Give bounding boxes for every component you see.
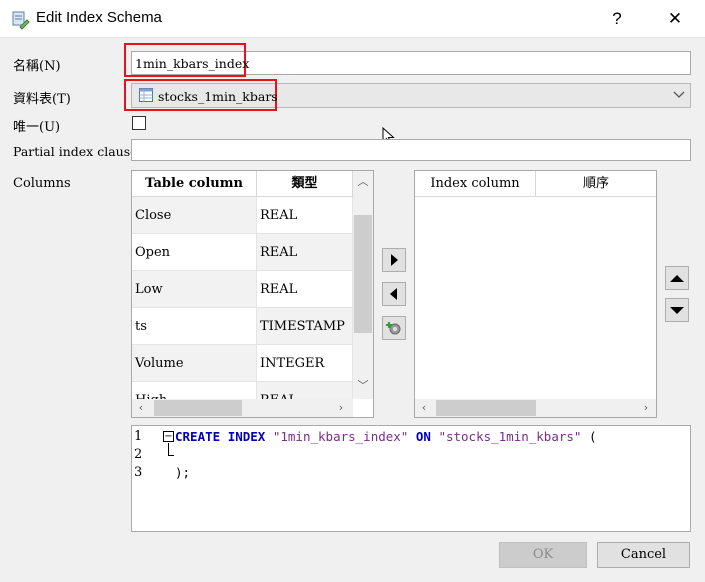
keyword-on: ON <box>415 429 431 444</box>
scroll-right-arrow-icon[interactable]: › <box>640 400 652 416</box>
column-header-index-column[interactable]: Index column <box>415 171 536 197</box>
table-name-string: "stocks_1min_kbars" <box>438 429 582 444</box>
partial-input[interactable] <box>131 139 691 161</box>
fold-toggle-icon[interactable]: − <box>163 431 174 442</box>
line-number: 3 <box>134 465 143 480</box>
scroll-left-arrow-icon[interactable]: ‹ <box>418 400 430 416</box>
partial-label: Partial index clause <box>13 144 138 159</box>
title-bar: Edit Index Schema ? ✕ <box>0 0 705 38</box>
arrow-right-icon <box>391 254 398 266</box>
move-up-button[interactable] <box>665 266 689 290</box>
fold-line <box>168 455 174 456</box>
close-button[interactable]: ✕ <box>660 6 690 32</box>
column-header-type[interactable]: 類型 <box>257 171 353 197</box>
table-value: stocks_1min_kbars <box>158 89 278 104</box>
index-columns-table[interactable]: Index column 順序 ‹ › <box>414 170 657 418</box>
gear-plus-icon <box>386 322 401 335</box>
table-row-name[interactable]: Volume <box>132 345 257 382</box>
name-value: 1min_kbars_index <box>135 56 250 71</box>
cancel-button[interactable]: Cancel <box>597 542 690 568</box>
arrow-up-icon <box>670 275 684 282</box>
table-row-type[interactable]: INTEGER <box>257 345 353 382</box>
fold-line <box>168 443 169 455</box>
remove-column-button[interactable] <box>382 282 406 306</box>
open-paren: ( <box>588 429 597 444</box>
scroll-up-arrow-icon[interactable]: ︿ <box>355 174 371 190</box>
line-number: 1 <box>134 429 143 444</box>
scrollbar-thumb[interactable] <box>436 400 536 416</box>
schema-edit-icon <box>12 11 30 30</box>
sql-preview-editor[interactable]: 1 2 3 − CREATE INDEX "1min_kbars_index" … <box>131 425 691 532</box>
code-line-1: CREATE INDEX "1min_kbars_index" ON "stoc… <box>175 429 597 444</box>
table-row-type[interactable]: REAL <box>257 271 353 308</box>
columns-table[interactable]: Table column 類型 Close REAL Open REAL Low… <box>131 170 374 418</box>
table-row-name[interactable]: Open <box>132 234 257 271</box>
ok-button[interactable]: OK <box>499 542 587 568</box>
columns-horizontal-scrollbar[interactable]: ‹ › <box>132 399 353 417</box>
scrollbar-thumb[interactable] <box>354 215 372 333</box>
name-label: 名稱(N) <box>13 59 61 74</box>
chevron-down-icon[interactable] <box>673 90 685 100</box>
column-header-table-column[interactable]: Table column <box>132 171 257 197</box>
line-number: 2 <box>134 447 143 462</box>
code-line-3: ); <box>175 465 191 480</box>
table-row-name[interactable]: Close <box>132 197 257 234</box>
scrollbar-thumb[interactable] <box>154 400 242 416</box>
scroll-left-arrow-icon[interactable]: ‹ <box>135 400 147 416</box>
columns-vertical-scrollbar[interactable]: ︿ ﹀ <box>353 171 373 399</box>
window-title: Edit Index Schema <box>36 9 162 26</box>
scroll-down-arrow-icon[interactable]: ﹀ <box>355 378 371 394</box>
table-row-type[interactable]: REAL <box>257 234 353 271</box>
column-header-order[interactable]: 順序 <box>536 171 656 197</box>
unique-label: 唯一(U) <box>13 120 61 135</box>
table-icon <box>139 88 153 102</box>
add-expression-button[interactable] <box>382 316 406 340</box>
table-row-name[interactable]: Low <box>132 271 257 308</box>
add-column-button[interactable] <box>382 248 406 272</box>
unique-checkbox[interactable] <box>132 116 146 130</box>
arrow-down-icon <box>670 307 684 314</box>
index-name-string: "1min_kbars_index" <box>272 429 409 444</box>
keyword-index: INDEX <box>227 429 266 444</box>
keyword-create: CREATE <box>175 429 221 444</box>
table-row-name[interactable]: ts <box>132 308 257 345</box>
index-horizontal-scrollbar[interactable]: ‹ › <box>415 399 656 417</box>
table-row-type[interactable]: TIMESTAMP <box>257 308 353 345</box>
table-label: 資料表(T) <box>13 92 71 107</box>
table-row-type[interactable]: REAL <box>257 197 353 234</box>
help-button[interactable]: ? <box>602 6 632 32</box>
arrow-left-icon <box>390 288 397 300</box>
scroll-right-arrow-icon[interactable]: › <box>335 400 347 416</box>
move-down-button[interactable] <box>665 298 689 322</box>
columns-label: Columns <box>13 176 71 191</box>
